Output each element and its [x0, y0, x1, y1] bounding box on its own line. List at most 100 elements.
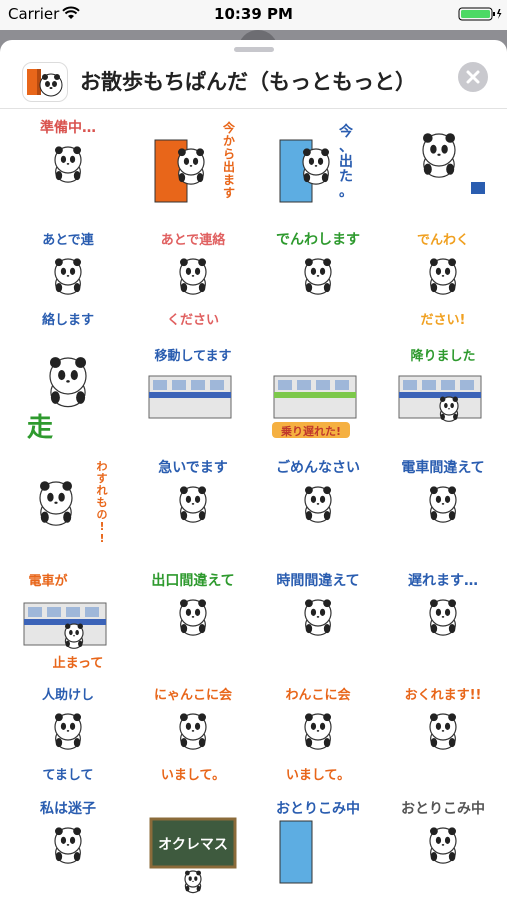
svg-text:電車が: 電車が [28, 573, 67, 589]
sticker-image: 準備中… [40, 119, 96, 183]
sticker-image: 私は迷子 [40, 800, 96, 864]
sticker-door-blue[interactable]: おとりこみ中 [268, 799, 368, 899]
sticker-image: 移動してます [148, 348, 232, 419]
sticker-panda-packing[interactable]: 準備中… [18, 118, 118, 218]
sticker-image [422, 133, 485, 194]
sticker-panda-telephone[interactable]: でんわします [268, 230, 368, 330]
sticker-panda-run[interactable]: 走 [18, 344, 118, 444]
svg-text:にゃんこに会: にゃんこに会 [154, 687, 233, 703]
svg-text:。: 。 [339, 184, 353, 200]
sticker-blackboard[interactable]: オクレマス [143, 799, 243, 899]
svg-text:ださい!: ださい! [421, 313, 466, 328]
sticker-panda-late-bird[interactable]: おくれます!! [393, 685, 493, 785]
sticker-panda-running[interactable] [393, 118, 493, 218]
sticker-image: 遅れます… [408, 573, 478, 636]
svg-text:わんこに会: わんこに会 [285, 687, 351, 703]
svg-text:おとりこみ中: おとりこみ中 [276, 800, 360, 817]
sticker-panda-sorry[interactable]: ごめんなさい [268, 458, 368, 558]
sticker-panda-phone[interactable]: あとで連 絡します [18, 230, 118, 330]
sticker-panda-forgot[interactable]: わすれもの!! [18, 458, 118, 558]
sticker-train[interactable]: 移動してます [143, 344, 243, 444]
sticker-sheet: お散歩もちぱんだ（もっともっと） 準備中… 今から出ます今、出た。あとで連絡します… [0, 40, 507, 900]
sticker-image: わすれもの!! [39, 460, 108, 545]
sticker-panda-lost[interactable]: 私は迷子 [18, 799, 118, 899]
header-divider [0, 108, 507, 109]
sticker-image: 人助けしてまして [42, 687, 94, 783]
sticker-image: 今から出ます [154, 120, 236, 203]
sticker-image: でんわします [276, 232, 360, 295]
sheet-header: お散歩もちぱんだ（もっともっと） [0, 54, 507, 110]
sticker-image: あとで連絡ください [161, 232, 227, 328]
svg-text:ら: ら [223, 147, 235, 161]
svg-text:!: ! [99, 532, 104, 545]
svg-text:電車間違えて: 電車間違えて [401, 459, 484, 476]
svg-text:出口間違えて: 出口間違えて [151, 572, 234, 589]
sticker-panda-hurry[interactable]: 急いでます [143, 458, 243, 558]
svg-text:今: 今 [222, 120, 236, 135]
svg-text:今: 今 [338, 123, 353, 140]
sticker-train-stopped[interactable]: 電車が止まって [18, 571, 118, 671]
sticker-train-green[interactable]: 乗り遅れた! [268, 344, 368, 444]
sticker-image: にゃんこに会いまして。 [154, 687, 233, 783]
svg-text:ください: ください [167, 313, 219, 328]
svg-text:あとで連絡: あとで連絡 [161, 232, 227, 248]
sticker-panda-busy[interactable]: おとりこみ中 [393, 799, 493, 899]
svg-text:遅れます…: 遅れます… [408, 573, 478, 589]
sticker-panda-exit[interactable]: 出口間違えて [143, 571, 243, 671]
sticker-panda-door[interactable]: 今から出ます [143, 118, 243, 218]
sticker-grid: 準備中… 今から出ます今、出た。あとで連絡します あとで連絡ください でんわします でん… [0, 118, 507, 900]
sticker-image: ごめんなさい [276, 459, 360, 523]
svg-text:おくれます!!: おくれます!! [405, 688, 482, 703]
sticker-image: 急いでます [158, 459, 228, 523]
svg-text:出: 出 [339, 153, 353, 170]
sticker-image: 出口間違えて [151, 572, 235, 636]
sticker-train-panda[interactable]: 降りました [393, 344, 493, 444]
sticker-panda-cat[interactable]: にゃんこに会 いまして。 [143, 685, 243, 785]
sticker-image: 乗り遅れた! [272, 375, 357, 438]
sticker-image: でんわください! [417, 233, 469, 328]
svg-text:止まって: 止まって [53, 655, 104, 671]
sticker-panda-door-blue[interactable]: 今、出た。 [268, 118, 368, 218]
sticker-panda-time[interactable]: 時間間違えて [268, 571, 368, 671]
sticker-panda-wrong-train[interactable]: 電車間違えて [393, 458, 493, 558]
svg-text:準備中…: 準備中… [40, 119, 96, 136]
close-button[interactable] [458, 62, 488, 92]
sticker-panda-telephone[interactable]: でんわください! [393, 230, 493, 330]
sticker-image: オクレマス [149, 817, 237, 894]
svg-text:急いでます: 急いでます [158, 459, 228, 476]
status-bar: Carrier 10:39 PM [0, 0, 507, 30]
svg-text:人助けし: 人助けし [42, 687, 94, 703]
svg-text:おとりこみ中: おとりこみ中 [401, 800, 485, 817]
sticker-image: おとりこみ中 [401, 800, 485, 864]
sticker-image: 走 [27, 357, 87, 443]
sticker-pack-title: お散歩もちぱんだ（もっともっと） [80, 70, 416, 94]
sticker-panda-phone[interactable]: あとで連絡 ください [143, 230, 243, 330]
sticker-image: 時間間違えて [276, 572, 360, 636]
svg-text:でんわします: でんわします [276, 232, 360, 248]
sticker-image: わんこに会いまして。 [285, 687, 351, 783]
svg-text:ごめんなさい: ごめんなさい [276, 459, 360, 476]
svg-text:走: 走 [27, 413, 53, 443]
svg-text:あとで連: あとで連 [42, 232, 95, 248]
svg-text:す: す [223, 186, 235, 200]
svg-text:乗り遅れた!: 乗り遅れた! [281, 424, 341, 438]
svg-text:出: 出 [223, 159, 235, 174]
sticker-panda-late[interactable]: 遅れます… [393, 571, 493, 671]
sticker-image: おとりこみ中 [276, 800, 360, 884]
svg-text:いまして。: いまして。 [161, 768, 225, 783]
sheet-grabber[interactable] [234, 47, 274, 52]
sticker-panda-help[interactable]: 人助けし てまして [18, 685, 118, 785]
svg-text:降りました: 降りました [410, 348, 475, 364]
sticker-panda-dog[interactable]: わんこに会いまして。 [268, 685, 368, 785]
sticker-image: 電車が止まって [23, 573, 107, 671]
svg-text:た: た [339, 169, 353, 185]
sticker-image: おくれます!! [405, 688, 482, 750]
svg-text:でんわく: でんわく [417, 233, 469, 248]
svg-text:絡します: 絡します [42, 312, 94, 328]
svg-text:いまして。: いまして。 [286, 768, 350, 783]
sticker-image: あとで連絡します [42, 232, 95, 328]
app-icon [22, 62, 68, 102]
svg-text:オクレマス: オクレマス [158, 837, 228, 853]
svg-text:てまして: てまして [43, 768, 94, 783]
svg-text:ま: ま [223, 173, 235, 187]
